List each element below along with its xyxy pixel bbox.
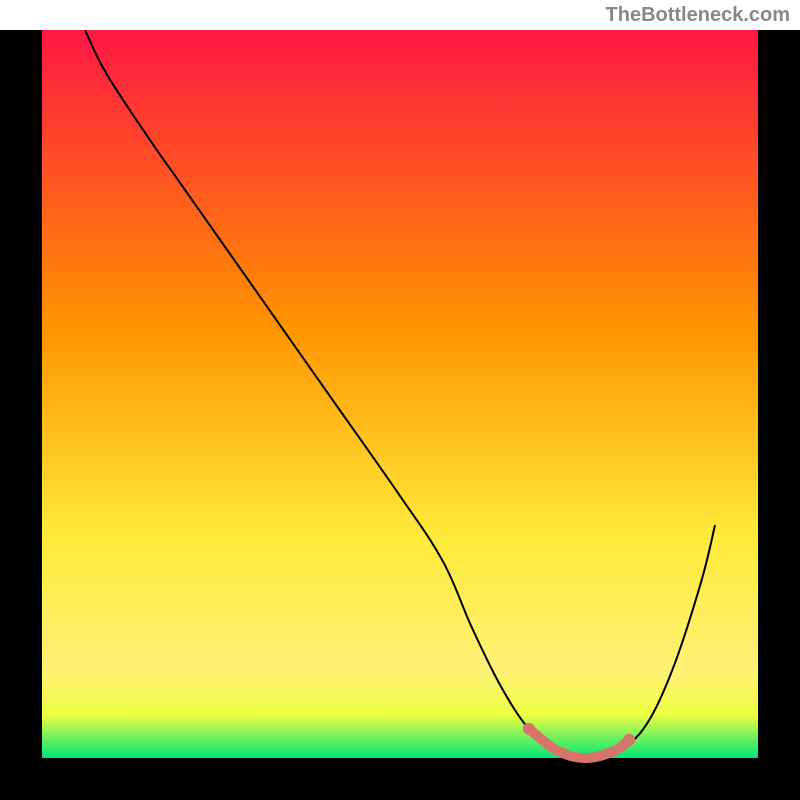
highlight-endpoint xyxy=(623,734,635,746)
watermark-text: TheBottleneck.com xyxy=(606,4,790,27)
frame-bar xyxy=(758,30,800,800)
bottleneck-chart xyxy=(0,30,800,800)
chart-container: TheBottleneck.com xyxy=(0,0,800,800)
chart-frame xyxy=(0,30,800,800)
frame-bar xyxy=(0,758,800,800)
highlight-endpoint xyxy=(523,723,535,735)
frame-bar xyxy=(0,30,42,800)
